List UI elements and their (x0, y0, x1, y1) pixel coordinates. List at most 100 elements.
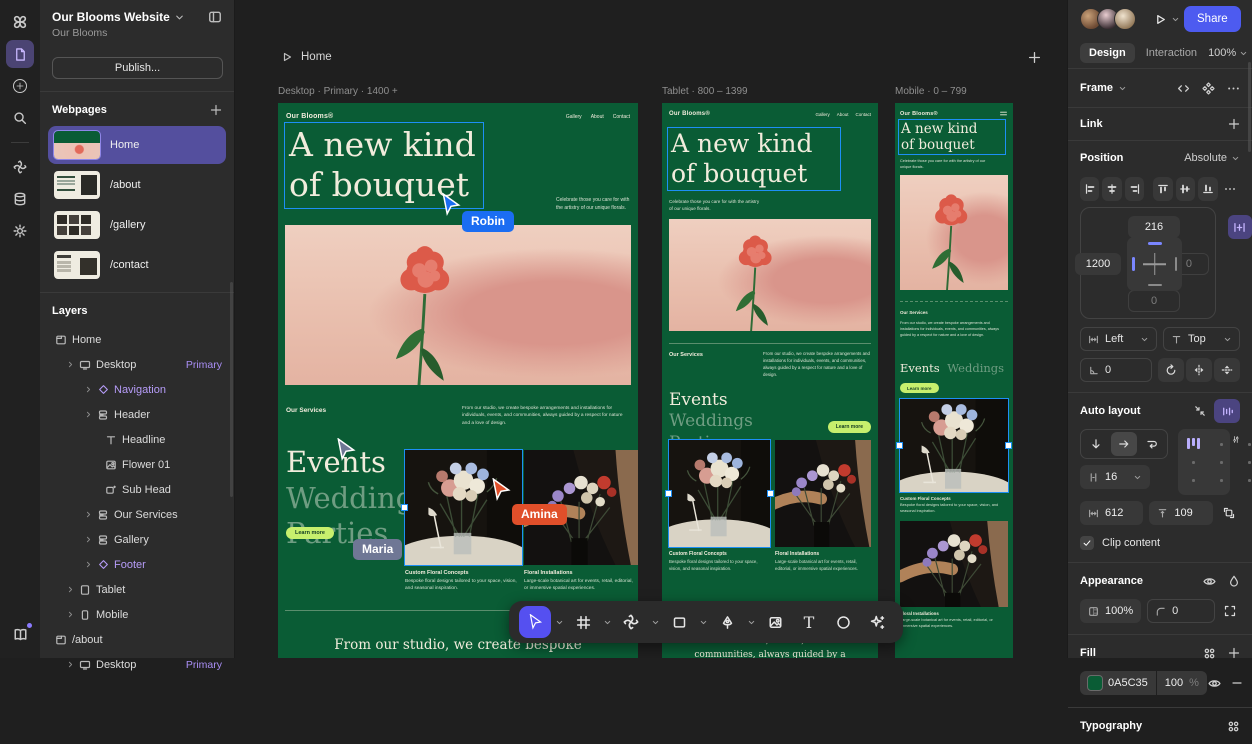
spacing-sliders-icon[interactable] (1232, 433, 1240, 446)
canvas-section-label[interactable]: Home (301, 51, 332, 63)
cms-database-icon[interactable] (6, 185, 34, 213)
align-left-button[interactable] (1080, 177, 1100, 201)
individual-corners-icon[interactable] (1221, 599, 1240, 623)
expand-chevron-icon[interactable] (66, 585, 76, 594)
shape-tool-chevron-icon[interactable] (697, 618, 709, 627)
align-bottom-button[interactable] (1198, 177, 1218, 201)
ai-actions-tool[interactable] (861, 606, 893, 638)
auto-layout-applied-icon[interactable] (1214, 399, 1240, 423)
layer-row-navigation[interactable]: Navigation (40, 377, 234, 402)
webpage-item-home[interactable]: Home (48, 126, 226, 165)
clip-content-checkbox[interactable] (1080, 536, 1094, 550)
layer-row-header[interactable]: Header (40, 402, 234, 427)
blend-droplet-icon[interactable] (1228, 575, 1240, 587)
text-tool[interactable]: T (793, 606, 825, 638)
canvas[interactable]: Home Desktop · Primary · 1400 + Tablet ·… (235, 0, 1067, 658)
tab-interaction[interactable]: Interaction (1137, 43, 1206, 63)
frame-mobile[interactable]: Our Blooms® A new kind of bouquet Celebra… (895, 103, 1013, 658)
frame-label-mobile[interactable]: Mobile · 0 – 799 (895, 86, 967, 97)
frame-tablet[interactable]: Our Blooms® Gallery About Contact A new … (662, 103, 878, 658)
pages-icon[interactable] (6, 40, 34, 68)
expand-chevron-icon[interactable] (84, 560, 94, 569)
absolute-position-toggle[interactable] (1227, 215, 1252, 239)
layer-row-home[interactable]: Home (40, 327, 234, 352)
shrink-icon[interactable] (1194, 405, 1206, 417)
opacity-input[interactable]: 100% (1080, 599, 1142, 623)
file-title[interactable]: Our Blooms Website (52, 10, 170, 24)
left-panel-scrollbar[interactable] (230, 282, 233, 497)
add-plus-circle-icon[interactable] (6, 72, 34, 100)
individual-padding-icon[interactable] (1219, 501, 1240, 525)
position-top-input[interactable]: 216 (1128, 216, 1180, 238)
gallery-card[interactable]: Floral Installations Large-scale botanic… (775, 440, 871, 572)
shape-tool[interactable] (663, 606, 695, 638)
avatar[interactable] (1114, 8, 1136, 30)
expand-chevron-icon[interactable] (66, 360, 76, 369)
expand-chevron-icon[interactable] (84, 385, 94, 394)
gallery-card[interactable]: Floral Installations Large-scale botanic… (900, 521, 1008, 629)
rotate-button[interactable] (1158, 358, 1184, 382)
preview-play-button[interactable] (1154, 13, 1180, 26)
type-styles-grid-icon[interactable] (1227, 720, 1240, 733)
frame-label-desktop[interactable]: Desktop · Primary · 1400 + (278, 86, 398, 97)
fill-opacity-input[interactable]: 100 % (1156, 671, 1207, 695)
selection-handle[interactable] (1005, 442, 1012, 449)
fill-color-input[interactable]: 0A5C35 (1080, 671, 1156, 695)
layer-row-about-desktop[interactable]: Desktop Primary (40, 652, 234, 677)
layer-row-our-services[interactable]: Our Services (40, 502, 234, 527)
position-left-input[interactable]: 1200 (1075, 253, 1121, 275)
padding-horizontal-input[interactable]: 612 (1080, 501, 1144, 525)
frame-desktop[interactable]: Our Blooms® Gallery About Contact A new … (278, 103, 638, 658)
add-breakpoint-icon[interactable] (1028, 51, 1041, 64)
position-bottom-input[interactable]: 0 (1128, 290, 1180, 312)
collaborator-avatars[interactable] (1080, 8, 1136, 30)
layout-wrap-button[interactable] (1139, 432, 1165, 456)
align-right-button[interactable] (1124, 177, 1145, 201)
layer-row-mobile[interactable]: Mobile (40, 602, 234, 627)
image-tool[interactable] (759, 606, 791, 638)
padding-vertical-input[interactable]: 109 (1149, 501, 1213, 525)
flip-vertical-button[interactable] (1214, 358, 1240, 382)
gallery-card-selected[interactable]: Custom Floral Concepts Bespoke floral de… (896, 398, 1012, 514)
frame-tool-chevron-icon[interactable] (601, 618, 613, 627)
pen-tool-chevron-icon[interactable] (745, 618, 757, 627)
expand-chevron-icon[interactable] (84, 410, 94, 419)
position-mode-dropdown[interactable]: Absolute (1184, 152, 1227, 164)
chevron-down-icon[interactable] (1133, 473, 1142, 482)
file-title-chevron-icon[interactable] (174, 12, 185, 23)
ai-sparkle-icon[interactable] (6, 153, 34, 181)
settings-gear-icon[interactable] (6, 217, 34, 245)
v-constraint-select[interactable]: Top (1163, 327, 1240, 351)
learn-more-button[interactable]: Learn more (900, 383, 939, 393)
fill-visibility-eye-icon[interactable] (1208, 677, 1221, 690)
visibility-eye-icon[interactable] (1203, 575, 1216, 588)
frame-tool[interactable] (567, 606, 599, 638)
tab-design[interactable]: Design (1080, 43, 1135, 63)
gallery-card-selected[interactable]: Custom Floral Concepts Bespoke floral de… (401, 449, 526, 592)
comment-tool[interactable] (827, 606, 859, 638)
expand-chevron-icon[interactable] (66, 660, 76, 669)
layout-horizontal-button[interactable] (1111, 432, 1137, 456)
move-tool-chevron-icon[interactable] (553, 618, 565, 627)
app-logo-icon[interactable] (6, 8, 34, 36)
expand-chevron-icon[interactable] (84, 535, 94, 544)
more-options-icon[interactable] (1227, 82, 1240, 95)
layer-row-gallery[interactable]: Gallery (40, 527, 234, 552)
publish-button[interactable]: Publish... (52, 57, 223, 79)
flip-horizontal-button[interactable] (1186, 358, 1212, 382)
corner-radius-input[interactable]: 0 (1147, 599, 1215, 623)
align-top-button[interactable] (1153, 177, 1173, 201)
selection-handle[interactable] (896, 442, 903, 449)
zoom-control[interactable]: 100% (1208, 47, 1248, 59)
component-icon[interactable] (1202, 82, 1215, 95)
h-constraint-select[interactable]: Left (1080, 327, 1157, 351)
share-button[interactable]: Share (1184, 6, 1241, 32)
move-tool[interactable] (519, 606, 551, 638)
layer-row-flower01[interactable]: Flower 01 (40, 452, 234, 477)
headline-selected[interactable]: A new kind of bouquet (667, 127, 841, 191)
selection-handle[interactable] (767, 490, 774, 497)
layer-row-footer[interactable]: Footer (40, 552, 234, 577)
fill-swatch[interactable] (1087, 675, 1103, 691)
gap-input[interactable]: 16 (1080, 465, 1150, 489)
layer-row-tablet[interactable]: Tablet (40, 577, 234, 602)
